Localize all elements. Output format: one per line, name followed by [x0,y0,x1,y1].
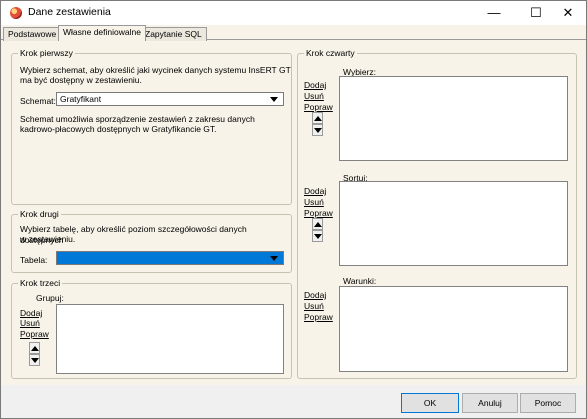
group-label: Grupuj: [36,293,64,303]
button-bar: OK Anuluj Pomoc [1,385,586,418]
app-icon [10,7,22,19]
group-remove-link[interactable]: Usuń [20,318,40,329]
select-fields-list[interactable] [339,76,568,161]
group-list[interactable] [56,304,284,374]
step2-description-line2: w zestawieniu. [20,234,76,244]
group-move-up-button[interactable] [29,342,40,354]
sort-add-link[interactable]: Dodaj [304,186,326,197]
step2-title: Krok drugi [18,209,61,220]
conditions-add-link[interactable]: Dodaj [304,290,326,301]
sort-move-down-button[interactable] [312,230,323,242]
conditions-remove-link[interactable]: Usuń [304,301,324,312]
step2-group: Krok drugi Wybierz tabelę, aby określić … [11,209,292,273]
table-select[interactable] [56,251,284,265]
schema-label: Schemat: [20,96,56,106]
help-button[interactable]: Pomoc [520,393,576,413]
schema-select[interactable]: Gratyfikant [56,92,284,106]
step1-description-line2: ma być dostępny w zestawieniu. [20,75,142,85]
tab-zapytanie-sql[interactable]: Zapytanie SQL [140,27,207,41]
title-bar: Dane zestawienia — ☐ ✕ [1,1,586,25]
arrow-up-icon [31,346,39,351]
select-move-down-button[interactable] [312,124,323,136]
sort-move-up-button[interactable] [312,218,323,230]
table-label: Tabela: [20,255,48,265]
select-move-up-button[interactable] [312,112,323,124]
step3-title: Krok trzeci [18,278,63,289]
schema-select-value: Gratyfikant [60,94,102,104]
minimize-button[interactable]: — [475,1,513,25]
schema-info-line2: kadrowo-płacowych dostępnych w Gratyfika… [20,124,217,134]
tab-wlasne-definiowalne[interactable]: Własne definiowalne [58,25,146,41]
arrow-up-icon [314,222,322,227]
dialog-window: Dane zestawienia — ☐ ✕ Podstawowe Własne… [0,0,587,419]
tab-podstawowe[interactable]: Podstawowe [3,27,62,41]
arrow-down-icon [31,358,39,363]
select-add-link[interactable]: Dodaj [304,80,326,91]
sort-list[interactable] [339,181,568,266]
ok-button[interactable]: OK [401,393,459,413]
arrow-down-icon [314,234,322,239]
tab-strip: Podstawowe Własne definiowalne Zapytanie… [1,25,586,41]
step1-group: Krok pierwszy Wybierz schemat, aby okreś… [11,48,292,205]
conditions-edit-link[interactable]: Popraw [304,312,333,323]
chevron-down-icon [270,97,278,102]
step4-group: Krok czwarty Wybierz: Dodaj Usuń Popraw … [297,48,577,379]
step3-group: Krok trzeci Grupuj: Dodaj Usuń Popraw [11,278,292,379]
cancel-button[interactable]: Anuluj [462,393,518,413]
conditions-list[interactable] [339,286,568,372]
window-title: Dane zestawienia [28,6,111,18]
chevron-down-icon [270,256,278,261]
arrow-up-icon [314,116,322,121]
group-move-down-button[interactable] [29,354,40,366]
arrow-down-icon [314,128,322,133]
select-remove-link[interactable]: Usuń [304,91,324,102]
step1-title: Krok pierwszy [18,48,75,59]
close-button[interactable]: ✕ [549,1,587,25]
sort-remove-link[interactable]: Usuń [304,197,324,208]
step4-title: Krok czwarty [304,48,357,59]
group-edit-link[interactable]: Popraw [20,329,49,340]
